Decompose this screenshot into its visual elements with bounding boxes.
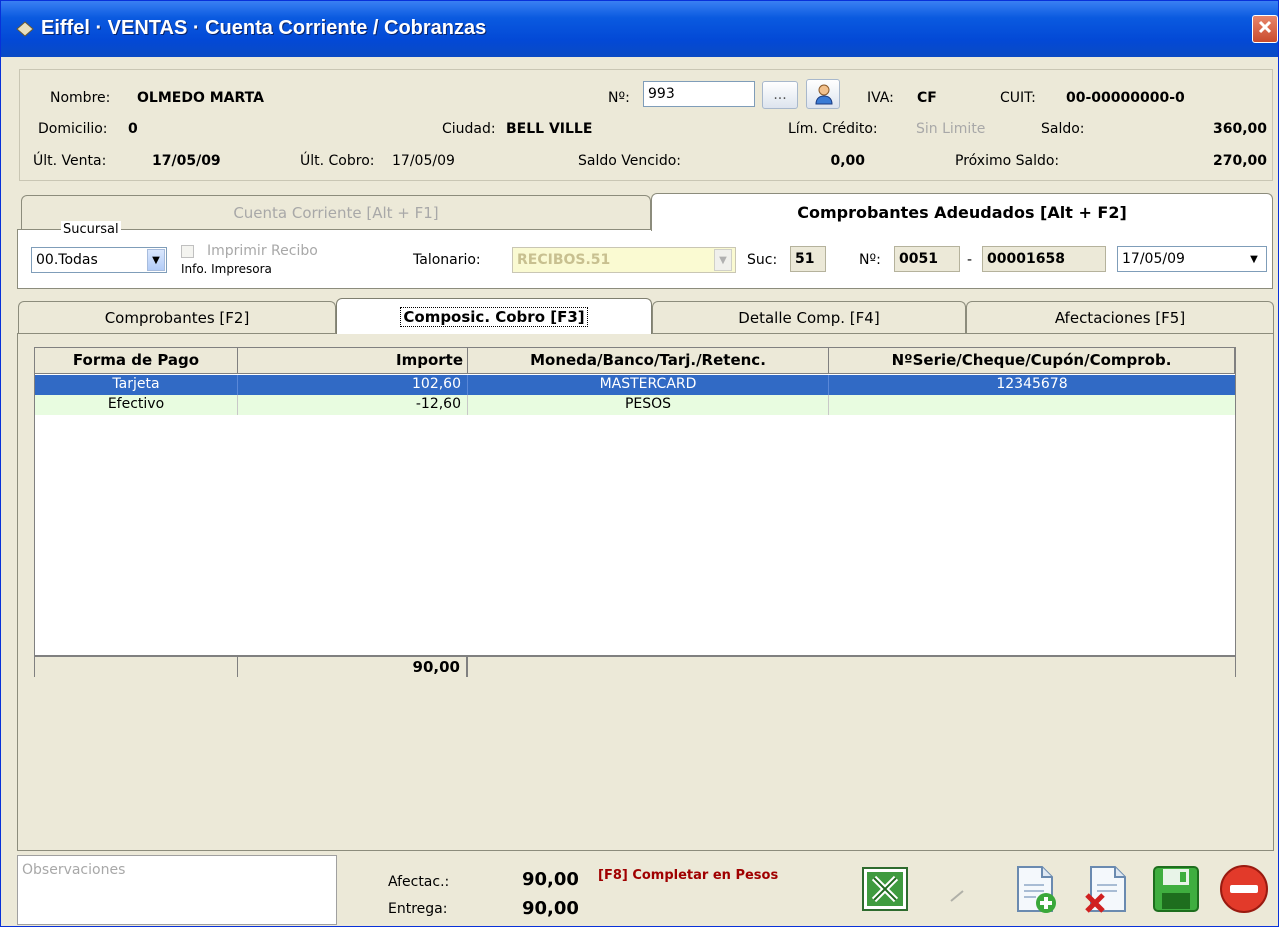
cell-moneda: PESOS <box>468 395 829 415</box>
talonario-label: Talonario: <box>413 252 481 268</box>
user-icon <box>813 83 835 109</box>
entrega-label: Entrega: <box>388 901 448 917</box>
grid-footer-row: 90,00 <box>35 655 1235 677</box>
ult-venta-value: 17/05/09 <box>152 153 221 169</box>
cancel-icon <box>1217 862 1271 920</box>
export-excel-button[interactable] <box>854 858 916 924</box>
afectac-label: Afectac.: <box>388 874 450 890</box>
diamond-icon <box>15 21 35 37</box>
nro-label: Nº: <box>859 252 881 268</box>
saldo-vencido-label: Saldo Vencido: <box>578 153 681 169</box>
cell-serie: 12345678 <box>996 376 1068 392</box>
limite-credito-value: Sin Limite <box>916 121 986 137</box>
nombre-label: Nombre: <box>50 90 111 106</box>
nombre-value: OLMEDO MARTA <box>137 90 264 106</box>
completar-pesos-link[interactable]: [F8] Completar en Pesos <box>598 867 778 885</box>
cuit-value: 00-00000000-0 <box>1066 90 1185 106</box>
table-row[interactable]: Efectivo -12,60 PESOS <box>35 395 1235 415</box>
saldo-value: 360,00 <box>1212 121 1267 137</box>
imprimir-recibo-label: Imprimir Recibo <box>207 243 318 259</box>
client-card-button[interactable] <box>806 79 840 109</box>
iva-label: IVA: <box>867 90 894 106</box>
chevron-down-icon: ▼ <box>719 254 727 266</box>
close-button[interactable] <box>1252 15 1278 43</box>
edit-button[interactable] <box>925 858 987 924</box>
talonario-dropdown-button[interactable]: ▼ <box>714 249 732 271</box>
client-number-input[interactable]: 993 <box>643 81 755 107</box>
payment-grid: Forma de Pago Importe Moneda/Banco/Tarj.… <box>34 347 1236 677</box>
tab-comprobantes-adeudados[interactable]: Comprobantes Adeudados [Alt + F2] <box>651 193 1273 231</box>
nro-value-field: 00001658 <box>982 246 1106 272</box>
search-client-button[interactable]: ... <box>762 81 798 109</box>
window-title: Eiffel · VENTAS · Cuenta Corriente / Cob… <box>41 17 487 39</box>
saldo-vencido-value: 0,00 <box>830 153 865 169</box>
numero-label: Nº: <box>608 90 630 106</box>
delete-doc-icon <box>1081 863 1131 919</box>
limite-credito-label: Lím. Crédito: <box>788 121 878 137</box>
save-button[interactable] <box>1145 858 1207 924</box>
close-icon <box>1258 20 1272 38</box>
cell-forma-pago: Efectivo <box>35 395 238 415</box>
excel-icon <box>860 865 910 917</box>
nro-dash: - <box>967 252 973 268</box>
observaciones-textarea[interactable]: Observaciones <box>17 855 337 925</box>
cell-importe: 102,60 <box>238 375 468 395</box>
column-header-serie[interactable]: NºSerie/Cheque/Cupón/Comprob. <box>829 348 1235 374</box>
delete-document-button[interactable] <box>1075 858 1137 924</box>
afectac-value: 90,00 <box>522 869 579 890</box>
new-document-button[interactable] <box>1004 858 1066 924</box>
domicilio-label: Domicilio: <box>38 121 108 137</box>
info-impresora-label: Info. Impresora <box>181 262 272 276</box>
cuit-label: CUIT: <box>1000 90 1036 106</box>
talonario-select[interactable]: RECIBOS.51 <box>512 247 736 273</box>
proximo-saldo-value: 270,00 <box>1212 153 1267 169</box>
iva-value: CF <box>917 90 937 106</box>
cell-moneda: MASTERCARD <box>468 375 829 395</box>
save-icon <box>1150 863 1202 919</box>
column-header-importe[interactable]: Importe <box>238 348 468 374</box>
pen-icon <box>931 865 981 917</box>
cell-serie <box>829 395 1235 415</box>
grid-body <box>35 374 1235 656</box>
tab-composic-cobro-label: Composic. Cobro [F3] <box>400 306 588 327</box>
sucursal-label: Sucursal <box>61 221 121 239</box>
suc-field: 51 <box>790 246 826 272</box>
ult-venta-label: Últ. Venta: <box>33 153 107 169</box>
footer-cell-empty <box>35 657 238 677</box>
ciudad-value: BELL VILLE <box>506 121 593 137</box>
column-header-moneda[interactable]: Moneda/Banco/Tarj./Retenc. <box>468 348 829 374</box>
ult-cobro-label: Últ. Cobro: <box>300 153 375 169</box>
tab-composic-cobro[interactable]: Composic. Cobro [F3] <box>336 298 652 334</box>
suc-label: Suc: <box>747 252 778 268</box>
chevron-down-icon: ▼ <box>152 254 160 266</box>
fecha-dropdown-button[interactable]: ▼ <box>1245 248 1263 270</box>
column-header-forma-pago[interactable]: Forma de Pago <box>35 348 238 374</box>
cell-importe: -12,60 <box>238 395 468 415</box>
main-window: Eiffel · VENTAS · Cuenta Corriente / Cob… <box>0 0 1279 927</box>
tab-comprobantes[interactable]: Comprobantes [F2] <box>18 301 336 333</box>
total-importe: 90,00 <box>238 657 468 677</box>
imprimir-recibo-checkbox[interactable] <box>181 245 194 258</box>
tab-detalle-comp[interactable]: Detalle Comp. [F4] <box>652 301 966 333</box>
new-doc-icon <box>1010 863 1060 919</box>
sucursal-dropdown-button[interactable]: ▼ <box>147 249 165 271</box>
table-row[interactable]: Tarjeta 102,60 MASTERCARD 12345678 <box>35 375 1235 395</box>
entrega-value: 90,00 <box>522 898 579 919</box>
cancel-button[interactable] <box>1213 858 1275 924</box>
saldo-label: Saldo: <box>1041 121 1085 137</box>
proximo-saldo-label: Próximo Saldo: <box>955 153 1060 169</box>
ciudad-label: Ciudad: <box>442 121 496 137</box>
chevron-down-icon: ▼ <box>1250 253 1258 265</box>
tab-afectaciones[interactable]: Afectaciones [F5] <box>966 301 1274 333</box>
domicilio-value: 0 <box>128 121 138 137</box>
cell-forma-pago: Tarjeta <box>35 375 238 395</box>
nro-prefix-field: 0051 <box>894 246 960 272</box>
title-bar: Eiffel · VENTAS · Cuenta Corriente / Cob… <box>1 1 1278 57</box>
ult-cobro-value: 17/05/09 <box>392 153 455 169</box>
